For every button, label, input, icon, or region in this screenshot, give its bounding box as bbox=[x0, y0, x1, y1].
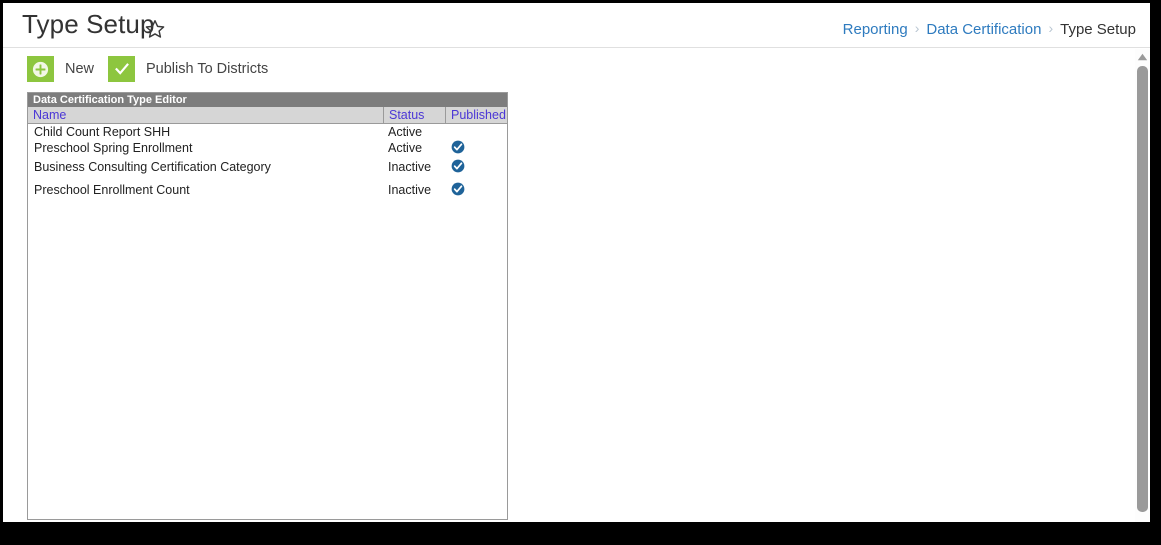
cell-status: Active bbox=[388, 141, 423, 155]
breadcrumb-item-data-certification[interactable]: Data Certification bbox=[926, 21, 1041, 38]
page-header: Type Setup Reporting › Data Certificatio… bbox=[3, 3, 1150, 48]
cell-status: Inactive bbox=[388, 160, 432, 174]
grid-body: Child Count Report SHH Active Preschool … bbox=[28, 124, 507, 202]
page-title: Type Setup bbox=[22, 9, 155, 39]
cell-name: Preschool Enrollment Count bbox=[34, 183, 190, 197]
checkmark-icon bbox=[108, 56, 135, 82]
cell-published bbox=[451, 140, 491, 154]
cell-name: Preschool Spring Enrollment bbox=[34, 141, 193, 155]
table-row[interactable]: Child Count Report SHH Active bbox=[28, 124, 507, 140]
new-button[interactable]: New bbox=[27, 56, 94, 82]
breadcrumb-separator-icon: › bbox=[914, 20, 920, 36]
breadcrumb: Reporting › Data Certification › Type Se… bbox=[843, 18, 1136, 40]
scroll-up-arrow-icon[interactable] bbox=[1135, 49, 1150, 64]
published-check-icon bbox=[451, 159, 465, 173]
cell-name: Child Count Report SHH bbox=[34, 125, 171, 139]
app-viewport: Type Setup Reporting › Data Certificatio… bbox=[3, 3, 1150, 522]
scrollbar-thumb[interactable] bbox=[1137, 66, 1148, 512]
new-button-label: New bbox=[65, 61, 95, 77]
grid-column-header-row: Name Status Published bbox=[28, 107, 507, 124]
cell-published bbox=[451, 159, 491, 173]
cell-status: Inactive bbox=[388, 183, 432, 197]
table-row[interactable]: Preschool Spring Enrollment Active bbox=[28, 140, 507, 156]
column-header-published[interactable]: Published bbox=[445, 107, 507, 123]
publish-to-districts-label: Publish To Districts bbox=[146, 61, 269, 77]
breadcrumb-item-type-setup: Type Setup bbox=[1060, 20, 1136, 38]
cell-published bbox=[451, 182, 491, 196]
column-header-name[interactable]: Name bbox=[28, 107, 383, 123]
column-header-status[interactable]: Status bbox=[383, 107, 445, 123]
grid-caption: Data Certification Type Editor bbox=[28, 93, 507, 107]
published-check-icon bbox=[451, 182, 465, 196]
table-row[interactable]: Business Consulting Certification Catego… bbox=[28, 156, 507, 179]
favorite-star-icon[interactable] bbox=[144, 18, 166, 40]
window-frame: Type Setup Reporting › Data Certificatio… bbox=[0, 0, 1161, 545]
table-row[interactable]: Preschool Enrollment Count Inactive bbox=[28, 179, 507, 202]
cell-status: Active bbox=[388, 125, 423, 139]
plus-circle-icon bbox=[27, 56, 54, 82]
data-certification-type-editor-panel: Data Certification Type Editor Name Stat… bbox=[27, 92, 508, 520]
breadcrumb-item-reporting[interactable]: Reporting bbox=[843, 21, 908, 38]
breadcrumb-separator-icon: › bbox=[1048, 20, 1054, 36]
publish-to-districts-button[interactable]: Publish To Districts bbox=[108, 56, 268, 82]
published-check-icon bbox=[451, 140, 465, 154]
toolbar: New Publish To Districts bbox=[3, 48, 1150, 90]
cell-name: Business Consulting Certification Catego… bbox=[34, 160, 271, 174]
vertical-scrollbar[interactable] bbox=[1135, 49, 1150, 522]
